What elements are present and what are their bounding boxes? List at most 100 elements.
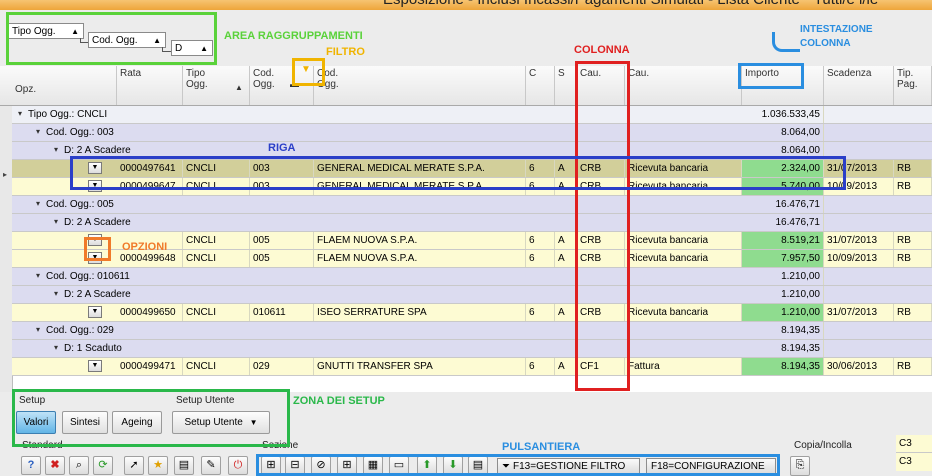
columns-icon[interactable]: ▦	[363, 456, 383, 475]
table-row[interactable]: ▼ 0000499650 CNCLI 010611 ISEO SERRATURE SPA…	[12, 304, 932, 322]
arrow-icon[interactable]: ➚	[124, 456, 144, 475]
document-icon[interactable]: ▤	[174, 456, 194, 475]
column-header-importo[interactable]: Importo	[742, 66, 824, 105]
window-icon[interactable]: ▭	[389, 456, 409, 475]
setup-valori-button[interactable]: Valori	[16, 411, 56, 434]
column-header-cau-desc[interactable]: Cau.	[625, 66, 742, 105]
cell-caudesc: Ricevuta bancaria	[625, 178, 742, 195]
help-icon[interactable]: ?	[21, 456, 41, 475]
row-options-button[interactable]: ▼	[88, 360, 102, 372]
row-options-button[interactable]: ▼	[88, 234, 102, 246]
cell-nome: GENERAL MEDICAL MERATE S.P.A.	[314, 160, 526, 177]
annotation-label-intestazione-2: COLONNA	[800, 38, 851, 49]
row-options-button[interactable]: ▼	[88, 306, 102, 318]
collapse-icon[interactable]: ▾	[52, 146, 60, 154]
column-header-tip-pag[interactable]: Tip. Pag.	[894, 66, 932, 105]
collapse-icon[interactable]: ▾	[34, 128, 42, 136]
group-chip-tipo-ogg[interactable]: Tipo Ogg. ▲	[8, 23, 84, 39]
setup-sintesi-button[interactable]: Sintesi	[62, 411, 108, 434]
annotation-label-filtro: FILTRO	[326, 46, 365, 58]
setup-utente-label: Setup Utente	[176, 395, 235, 406]
move-up-icon[interactable]: ⬆	[417, 456, 437, 475]
group-row[interactable]: ▾ Cod. Ogg.: 010611 1.210,00	[12, 268, 932, 286]
table-row[interactable]: ▼ 0000499647 CNCLI 003 GENERAL MEDICAL MERAT…	[12, 178, 932, 196]
group-label: D: 2 A Scadere	[64, 217, 131, 228]
cell-caudesc: Ricevuta bancaria	[625, 232, 742, 249]
row-options-button[interactable]: ▼	[88, 162, 102, 174]
column-header-cod-ogg-name[interactable]: Cod. Ogg.	[314, 66, 526, 105]
collapse-icon[interactable]: ▾	[34, 200, 42, 208]
cell-c: 6	[526, 232, 555, 249]
export-icon[interactable]: ▤	[468, 456, 488, 475]
column-header-label: Cau.	[580, 68, 602, 79]
collapse-icon[interactable]: ▾	[52, 218, 60, 226]
annotation-label-opzioni: OPZIONI	[122, 241, 168, 253]
collapse-icon[interactable]: ▾	[52, 290, 60, 298]
column-header-opz[interactable]: Opz.	[12, 66, 117, 105]
column-header-label: Cau.	[628, 68, 650, 79]
group-chip-d[interactable]: D ▲	[171, 40, 213, 56]
group-collapse-icon[interactable]: ⊟	[285, 456, 305, 475]
move-down-icon[interactable]: ⬇	[443, 456, 463, 475]
column-header-label: Opz.	[15, 84, 37, 95]
setup-ageing-button[interactable]: Ageing	[112, 411, 162, 434]
configurazione-button[interactable]: F18=CONFIGURAZIONE	[646, 458, 776, 476]
filter-clear-icon[interactable]: ⊘	[311, 456, 331, 475]
table-row[interactable]: ▼ 0000497641 CNCLI 003 GENERAL MEDICAL MERAT…	[12, 160, 932, 178]
column-header-rata[interactable]: Rata	[117, 66, 183, 105]
row-options-button[interactable]: ▼	[88, 180, 102, 192]
cell-importo: 8.519,21	[742, 232, 824, 249]
group-chip-label: D	[175, 43, 183, 54]
gestione-filtro-button[interactable]: ⏷ F13=GESTIONE FILTRO	[497, 458, 640, 476]
setup-utente-button[interactable]: Setup Utente ▼	[172, 411, 270, 434]
filter-icon[interactable]: ▼	[301, 64, 311, 75]
search-icon[interactable]: ⌕	[69, 456, 89, 475]
cell-tip: RB	[894, 358, 932, 375]
favorite-star-icon[interactable]: ★	[148, 456, 168, 475]
table-row[interactable]: ▼ 0000499471 CNCLI 029 GNUTTI TRANSFER SPA 6 A…	[12, 358, 932, 376]
cell-scadenza: 31/07/2013	[824, 304, 894, 321]
cell-s: A	[555, 250, 577, 267]
group-expand-icon[interactable]: ⊞	[261, 456, 281, 475]
collapse-icon[interactable]: ▾	[34, 326, 42, 334]
refresh-icon[interactable]: ⟳	[93, 456, 113, 475]
cell-caudesc: Ricevuta bancaria	[625, 250, 742, 267]
cell-cau: CRB	[577, 160, 625, 177]
cell-s: A	[555, 358, 577, 375]
group-connector	[162, 47, 171, 52]
copy-icon[interactable]: ⎘	[790, 456, 810, 476]
delete-icon[interactable]: ✖	[45, 456, 65, 475]
sort-up-icon: ▲	[71, 27, 79, 36]
cell-tipo: CNCLI	[183, 160, 250, 177]
cell-cod: 005	[250, 232, 314, 249]
cell-c: 6	[526, 250, 555, 267]
current-row-indicator-icon: ▸	[3, 170, 8, 179]
collapse-icon[interactable]: ▾	[34, 272, 42, 280]
collapse-icon[interactable]: ▾	[16, 110, 24, 118]
row-options-button[interactable]: ▼	[88, 252, 102, 264]
group-row[interactable]: ▾ Cod. Ogg.: 003 8.064,00	[12, 124, 932, 142]
group-row[interactable]: ▾ D: 2 A Scadere 8.064,00	[12, 142, 932, 160]
group-row[interactable]: ▾ D: 1 Scaduto 8.194,35	[12, 340, 932, 358]
cell-caudesc: Ricevuta bancaria	[625, 304, 742, 321]
column-header-cau[interactable]: Cau.	[577, 66, 625, 105]
column-header-tipo-ogg[interactable]: Tipo Ogg. ▲	[183, 66, 250, 105]
column-header-s[interactable]: S	[555, 66, 577, 105]
collapse-icon[interactable]: ▾	[52, 344, 60, 352]
column-header-label: Pag.	[897, 79, 918, 90]
cell-cau: CRB	[577, 232, 625, 249]
group-row[interactable]: ▾ Cod. Ogg.: 005 16.476,71	[12, 196, 932, 214]
power-icon[interactable]: ⏻	[228, 456, 248, 475]
group-chip-cod-ogg[interactable]: Cod. Ogg. ▲	[88, 32, 166, 48]
column-header-scadenza[interactable]: Scadenza	[824, 66, 894, 105]
group-total: 1.210,00	[742, 268, 824, 285]
tree-icon[interactable]: ⊞	[337, 456, 357, 475]
window-title: Esposizione - Inclusi Incassi/Pagamenti …	[383, 0, 878, 8]
wand-icon[interactable]: ✎	[201, 456, 221, 475]
group-row[interactable]: ▾ Tipo Ogg.: CNCLI 1.036.533,45	[12, 106, 932, 124]
group-row[interactable]: ▾ D: 2 A Scadere 16.476,71	[12, 214, 932, 232]
cell-importo: 1.210,00	[742, 304, 824, 321]
group-row[interactable]: ▾ D: 2 A Scadere 1.210,00	[12, 286, 932, 304]
group-row[interactable]: ▾ Cod. Ogg.: 029 8.194,35	[12, 322, 932, 340]
column-header-c[interactable]: C	[526, 66, 555, 105]
